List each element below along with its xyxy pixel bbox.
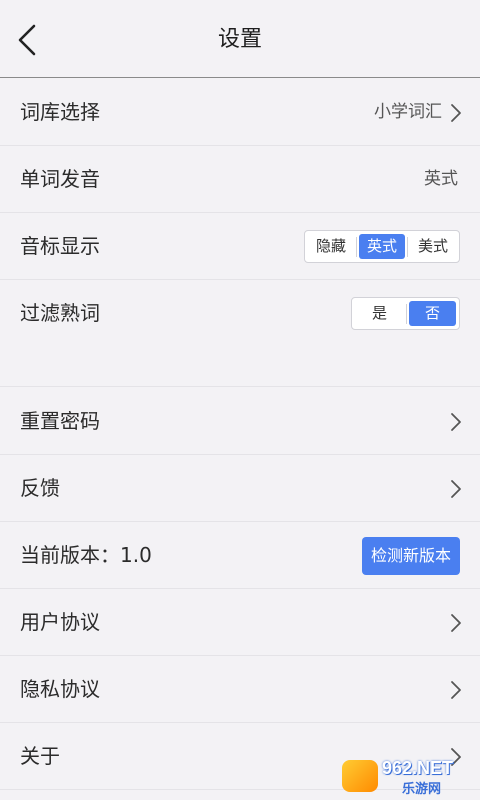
nav-bar: 设置 [0, 0, 480, 78]
privacy-label: 隐私协议 [20, 677, 100, 701]
phonetic-option-hide[interactable]: 隐藏 [308, 234, 354, 259]
chevron-right-icon [450, 103, 462, 123]
check-update-button[interactable]: 检测新版本 [361, 537, 460, 575]
phonetic-option-british[interactable]: 英式 [358, 234, 405, 259]
watermark-brand: 962.NET [382, 758, 454, 778]
pronunciation-label: 单词发音 [20, 167, 100, 191]
filter-known-label: 过滤熟词 [20, 301, 100, 325]
reset-password-label: 重置密码 [20, 409, 100, 433]
user-agreement-label: 用户协议 [20, 610, 100, 634]
user-agreement-row[interactable]: 用户协议 [0, 589, 480, 656]
feedback-row[interactable]: 反馈 [0, 455, 480, 522]
feedback-label: 反馈 [20, 476, 60, 500]
phonetic-option-american[interactable]: 美式 [410, 234, 456, 259]
phonetic-display-row: 音标显示 隐藏 英式 美式 [0, 213, 480, 280]
watermark-logo: 962.NET 乐游网 [342, 756, 474, 797]
chevron-right-icon [450, 680, 462, 700]
filter-known-row: 过滤熟词 是 否 [0, 280, 480, 347]
watermark-sub: 乐游网 [402, 782, 442, 797]
reset-password-row[interactable]: 重置密码 [0, 388, 480, 455]
version-row: 当前版本：1.0 检测新版本 [0, 522, 480, 589]
divider [406, 236, 408, 257]
divider [355, 236, 357, 257]
phonetic-display-label: 音标显示 [20, 234, 100, 258]
phonetic-segmented-control: 隐藏 英式 美式 [303, 230, 460, 263]
vocab-select-label: 词库选择 [20, 100, 100, 124]
pronunciation-row[interactable]: 单词发音 英式 [0, 146, 480, 213]
about-label: 关于 [20, 744, 60, 768]
filter-option-yes[interactable]: 是 [355, 301, 404, 326]
pronunciation-value: 英式 [424, 169, 458, 189]
vocab-select-row[interactable]: 词库选择 小学词汇 [0, 79, 480, 146]
logo-icon [342, 760, 378, 792]
filter-option-no[interactable]: 否 [408, 301, 456, 326]
chevron-right-icon [450, 613, 462, 633]
chevron-right-icon [450, 412, 462, 432]
section-spacer [0, 346, 480, 387]
divider [405, 303, 407, 324]
privacy-row[interactable]: 隐私协议 [0, 656, 480, 723]
filter-segmented-control: 是 否 [350, 297, 460, 330]
version-label: 当前版本：1.0 [20, 543, 152, 567]
chevron-right-icon [450, 479, 462, 499]
vocab-select-value: 小学词汇 [374, 102, 442, 122]
page-title: 设置 [217, 27, 262, 52]
